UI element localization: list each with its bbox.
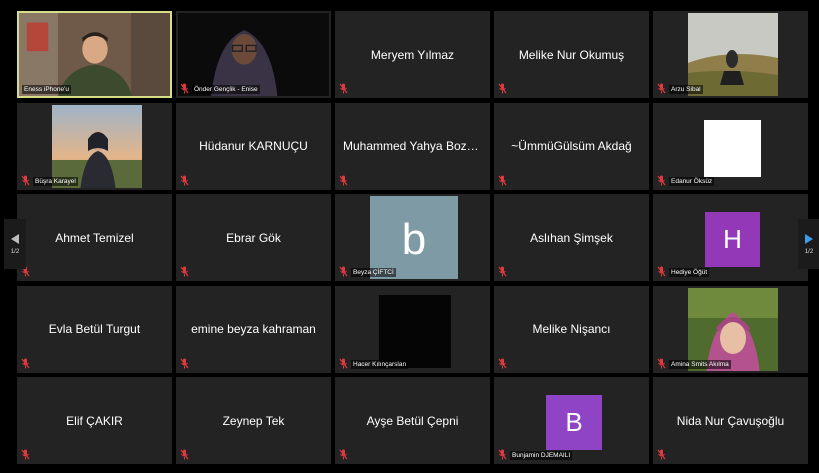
participant-tile[interactable]: Hüdanur KARNUÇU: [176, 102, 331, 190]
participant-name: Nida Nur Çavuşoğlu: [676, 413, 785, 428]
muted-mic-icon: [657, 449, 666, 460]
muted-mic-icon: [339, 266, 348, 277]
participant-tile[interactable]: Meryem Yılmaz: [335, 11, 490, 98]
muted-mic-icon: [498, 358, 507, 368]
participant-tile[interactable]: Zeynep Tek: [176, 377, 331, 464]
participant-name: Melike Nişancı: [532, 322, 611, 336]
muted-mic-icon: [498, 449, 507, 460]
page-indicator: 1/2: [10, 249, 20, 255]
participant-tile[interactable]: emine beyza kahraman: [176, 285, 331, 373]
participant-name: Meryem Yılmaz: [370, 47, 455, 62]
participant-name: Muhammed Yahya Bozdoğ...: [343, 139, 488, 153]
participant-tile[interactable]: Amina Smits Akılma: [653, 285, 808, 373]
avatar: B: [546, 395, 602, 450]
participant-name: Ebrar Gök: [226, 230, 281, 245]
participant-video: [19, 13, 170, 96]
participant-name: Evla Betül Turgut: [48, 322, 141, 336]
participant-tile[interactable]: Büşra Karayel: [17, 102, 172, 190]
participant-name: Elif ÇAKIR: [66, 413, 123, 428]
participant-name: Zeynep Tek: [222, 413, 285, 428]
participant-name: Melike Nur Okumuş: [518, 47, 625, 62]
participant-tile[interactable]: Ahmet Temizel: [17, 194, 172, 281]
muted-mic-icon: [180, 449, 189, 460]
participant-name-label: Edanur Öksüz: [669, 176, 715, 186]
participant-tile[interactable]: Edanur Öksüz: [653, 102, 808, 190]
muted-mic-icon: [180, 358, 189, 368]
participant-name-label: Eness iPhone'u: [22, 85, 71, 94]
muted-mic-icon: [21, 449, 30, 460]
participant-name-label: Amina Smits Akılma: [669, 359, 731, 369]
participant-tile[interactable]: Nida Nur Çavuşoğlu: [653, 377, 808, 464]
participant-tile[interactable]: Hacer Kılınçarslan: [335, 285, 490, 373]
page-indicator: 1/2: [804, 249, 814, 255]
participant-tile[interactable]: Melike Nur Okumuş: [494, 11, 649, 98]
muted-mic-icon: [498, 175, 507, 185]
muted-mic-icon: [180, 175, 189, 185]
muted-mic-icon: [339, 449, 348, 460]
participant-tile[interactable]: Evla Betül Turgut: [17, 285, 172, 373]
muted-mic-icon: [498, 83, 507, 94]
participant-tile[interactable]: Önder Gençlik - Enise: [176, 11, 331, 98]
muted-mic-icon: [21, 358, 30, 368]
participant-name: Ahmet Temizel: [55, 230, 134, 245]
participant-name-label: Hediye Öğüt: [669, 268, 710, 277]
participant-video: [178, 13, 329, 96]
participant-name-label: Beyza ÇİFTCİ: [351, 268, 396, 277]
participant-tile[interactable]: Arzu Sibal: [653, 11, 808, 98]
participant-name-label: Büşra Karayel: [33, 176, 78, 186]
participant-tile[interactable]: H Hediye Öğüt: [653, 194, 808, 281]
muted-mic-icon: [657, 83, 666, 94]
participant-video: [704, 119, 761, 177]
arrow-left-icon: [11, 234, 19, 244]
participant-tile[interactable]: ~ÜmmüGülsüm Akdağ: [494, 102, 649, 190]
participant-name: ~ÜmmüGülsüm Akdağ: [511, 139, 632, 153]
participant-tile[interactable]: Ayşe Betül Çepni: [335, 377, 490, 464]
muted-mic-icon: [498, 266, 507, 277]
muted-mic-icon: [657, 358, 666, 368]
gallery-grid: Eness iPhone'u Önder Gençlik - Enise Mer…: [17, 11, 812, 468]
participant-name-label: Arzu Sibal: [669, 85, 703, 94]
next-page-button[interactable]: 1/2: [798, 219, 819, 269]
participant-name-label: Hacer Kılınçarslan: [351, 359, 409, 369]
muted-mic-icon: [21, 175, 30, 185]
avatar: H: [705, 212, 760, 267]
participant-tile[interactable]: Eness iPhone'u: [17, 11, 172, 98]
arrow-right-icon: [805, 234, 813, 244]
muted-mic-icon: [339, 358, 348, 368]
participant-name: Aslıhan Şimşek: [530, 230, 613, 245]
muted-mic-icon: [339, 83, 348, 94]
muted-mic-icon: [339, 175, 348, 185]
participant-name: Hüdanur KARNUÇU: [199, 139, 308, 153]
muted-mic-icon: [657, 266, 666, 277]
participant-tile[interactable]: b Beyza ÇİFTCİ: [335, 194, 490, 281]
muted-mic-icon: [657, 175, 666, 185]
participant-video: [379, 294, 451, 368]
muted-mic-icon: [180, 83, 189, 94]
muted-mic-icon: [180, 266, 189, 277]
participant-tile[interactable]: Elif ÇAKIR: [17, 377, 172, 464]
participant-tile[interactable]: Aslıhan Şimşek: [494, 194, 649, 281]
participant-tile[interactable]: Muhammed Yahya Bozdoğ...: [335, 102, 490, 190]
participant-tile[interactable]: Melike Nişancı: [494, 285, 649, 373]
participant-tile[interactable]: Ebrar Gök: [176, 194, 331, 281]
participant-name: Ayşe Betül Çepni: [366, 413, 459, 428]
previous-page-button[interactable]: 1/2: [4, 219, 26, 269]
participant-name: emine beyza kahraman: [191, 322, 316, 336]
participant-name-label: Önder Gençlik - Enise: [192, 85, 260, 94]
participant-name-label: Bunjamin DJEMAILI: [510, 451, 573, 460]
participant-tile[interactable]: B Bunjamin DJEMAILI: [494, 377, 649, 464]
